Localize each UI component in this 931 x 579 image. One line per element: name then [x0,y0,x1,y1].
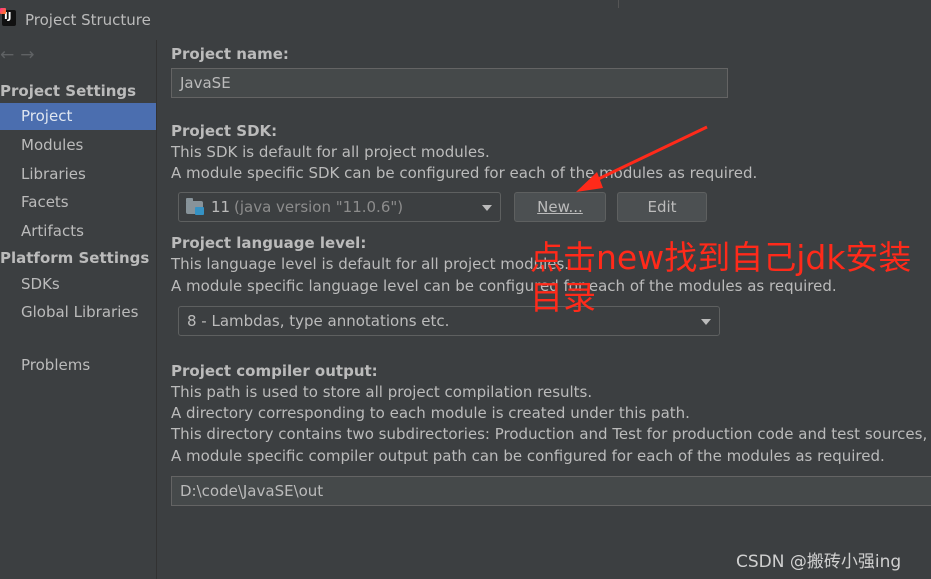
sidebar-item-artifacts[interactable]: Artifacts [0,218,156,245]
sdk-description-2: A module specific SDK can be configured … [171,164,758,182]
sdk-version-detail: (java version "11.0.6") [234,198,404,216]
title-bar: IJ Project Structure [0,0,931,40]
sdk-description-1: This SDK is default for all project modu… [171,143,490,161]
chevron-down-icon [701,319,711,325]
compiler-output-label: Project compiler output: [171,362,378,380]
sdk-folder-icon [186,198,204,215]
new-sdk-button[interactable]: New... [514,192,606,222]
sidebar-item-modules[interactable]: Modules [0,132,156,159]
window-title: Project Structure [25,11,151,29]
sdk-version: 11 [211,198,231,216]
output-description-1: This path is used to store all project c… [171,383,593,401]
forward-arrow-icon[interactable]: → [20,45,34,65]
sdk-combobox[interactable]: 11 (java version "11.0.6") [178,192,501,222]
sidebar-item-facets[interactable]: Facets [0,189,156,216]
title-divider [618,0,619,8]
nav-arrows: ← → [0,45,41,65]
csdn-watermark: CSDN @搬砖小强ing [736,552,902,572]
sidebar-item-global-libraries[interactable]: Global Libraries [0,299,156,326]
edit-sdk-button[interactable]: Edit [617,192,707,222]
sidebar: ← → Project Settings Project Modules Libr… [0,40,157,579]
back-arrow-icon[interactable]: ← [0,45,14,65]
sidebar-item-sdks[interactable]: SDKs [0,271,156,298]
intellij-app-icon: IJ [0,8,16,26]
language-level-label: Project language level: [171,234,367,252]
language-description-1: This language level is default for all p… [171,255,570,273]
project-settings-header: Project Settings [0,82,137,100]
sidebar-item-libraries[interactable]: Libraries [0,161,156,188]
project-name-input[interactable]: JavaSE [171,68,728,98]
language-level-value: 8 - Lambdas, type annotations etc. [187,312,450,330]
new-button-label: New... [537,198,583,216]
project-sdk-label: Project SDK: [171,122,278,140]
annotation-text: 点击new找到自己jdk安装目录 [530,238,912,317]
sidebar-item-problems[interactable]: Problems [0,352,156,379]
output-description-4: A module specific compiler output path c… [171,447,885,465]
output-description-2: A directory corresponding to each module… [171,404,690,422]
compiler-output-input[interactable]: D:\code\JavaSE\out [171,476,931,506]
edit-button-label: Edit [647,198,677,216]
sidebar-item-project[interactable]: Project [0,103,156,130]
platform-settings-header: Platform Settings [0,249,150,267]
output-description-3: This directory contains two subdirectori… [171,425,931,443]
project-name-label: Project name: [171,45,289,63]
chevron-down-icon [482,205,492,211]
